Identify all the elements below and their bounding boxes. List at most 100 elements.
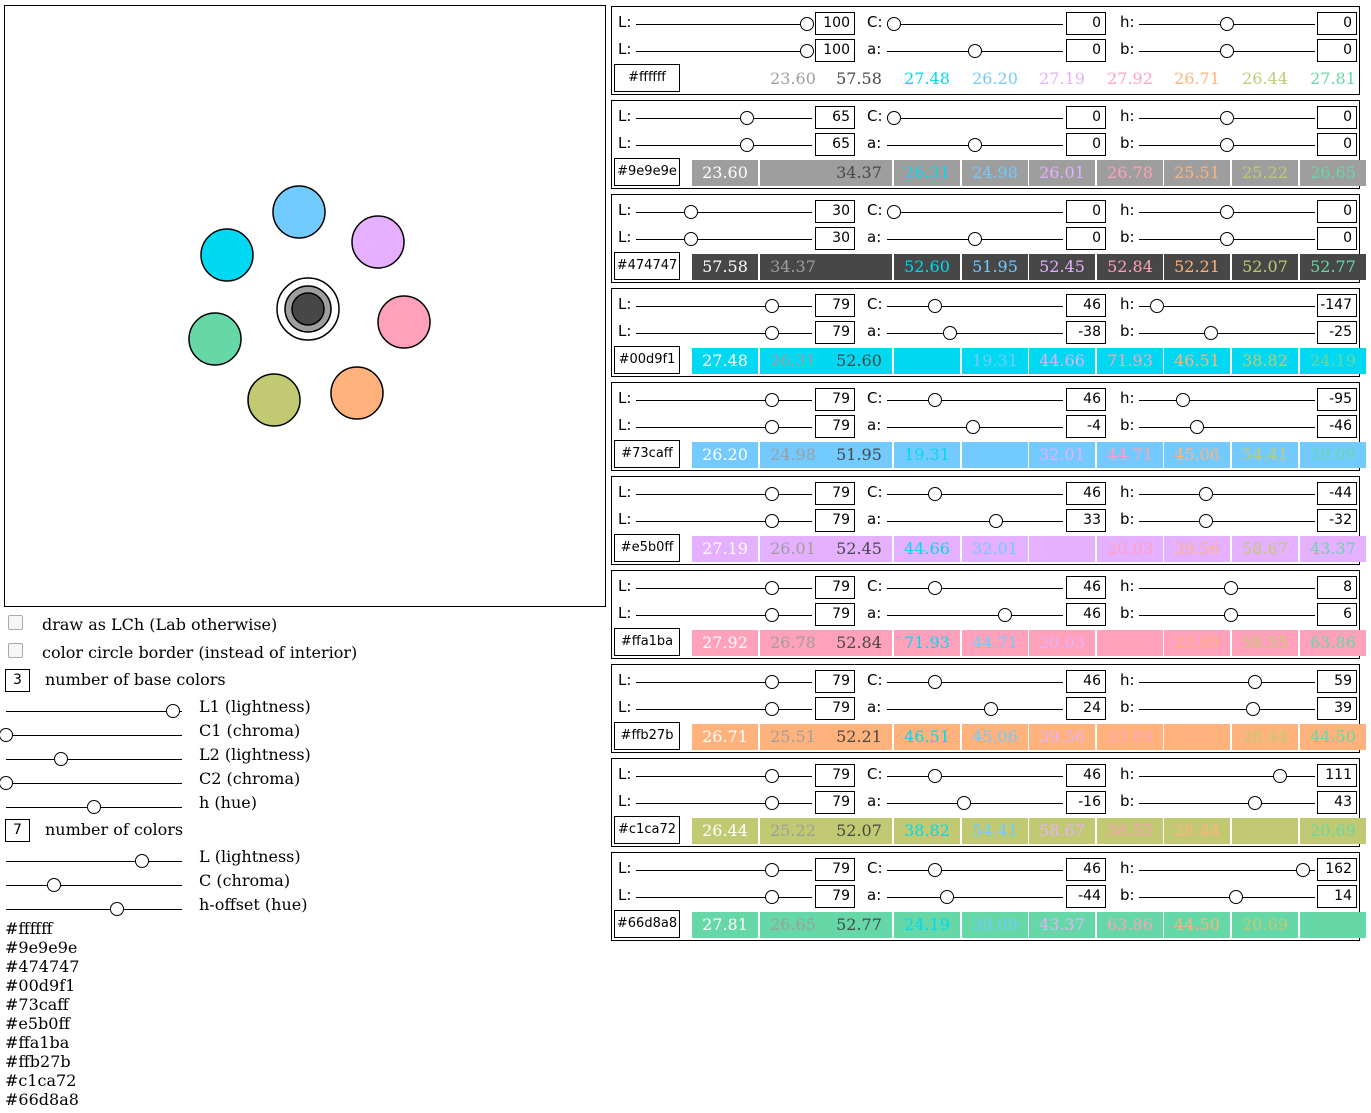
slider-knob[interactable] (1295, 863, 1310, 877)
hex-button[interactable]: #474747 (614, 252, 680, 280)
slider-a[interactable] (887, 137, 1063, 153)
slider-knob[interactable] (764, 675, 779, 689)
value-L-field[interactable]: 79 (815, 603, 855, 626)
slider-b[interactable] (1139, 325, 1315, 341)
slider-C[interactable] (887, 110, 1063, 126)
C2-slider[interactable] (0, 775, 182, 791)
slider-L[interactable] (636, 607, 812, 623)
slider-L[interactable] (636, 204, 812, 220)
value-a-field[interactable]: -38 (1066, 321, 1106, 344)
value-h-field[interactable]: 8 (1317, 576, 1357, 599)
slider-L[interactable] (636, 110, 812, 126)
slider-knob[interactable] (1220, 17, 1234, 31)
value-L-field[interactable]: 79 (815, 858, 855, 881)
slider-L[interactable] (636, 298, 812, 314)
value-a-field[interactable]: 46 (1066, 603, 1106, 626)
slider-knob[interactable] (683, 232, 698, 246)
hex-button[interactable]: #e5b0ff (614, 534, 680, 562)
slider-knob[interactable] (983, 702, 998, 716)
num-base-colors-input[interactable]: 3 (5, 669, 30, 692)
value-a-field[interactable]: 0 (1066, 133, 1106, 156)
value-C-field[interactable]: 46 (1066, 576, 1106, 599)
slider-knob[interactable] (764, 420, 779, 434)
value-C-field[interactable]: 0 (1066, 106, 1106, 129)
value-C-field[interactable]: 46 (1066, 482, 1106, 505)
value-a-field[interactable]: 0 (1066, 227, 1106, 250)
value-a-field[interactable]: -44 (1066, 885, 1106, 908)
slider-knob[interactable] (927, 769, 942, 783)
slider-knob[interactable] (927, 863, 942, 877)
slider-a[interactable] (887, 607, 1063, 623)
hex-button[interactable]: #9e9e9e (614, 158, 680, 186)
value-h-field[interactable]: -44 (1317, 482, 1357, 505)
slider-knob[interactable] (957, 796, 972, 810)
slider-knob[interactable] (966, 420, 981, 434)
value-b-field[interactable]: 14 (1317, 885, 1357, 908)
value-L-field[interactable]: 100 (815, 12, 855, 35)
slider-b[interactable] (1139, 231, 1315, 247)
slider-knob[interactable] (764, 326, 779, 340)
slider-L[interactable] (636, 392, 812, 408)
slider-C[interactable] (887, 486, 1063, 502)
slider-L[interactable] (636, 889, 812, 905)
slider-knob[interactable] (927, 675, 942, 689)
slider-knob[interactable] (764, 393, 779, 407)
value-C-field[interactable]: 0 (1066, 200, 1106, 223)
slider-knob[interactable] (1149, 299, 1164, 313)
L1-slider[interactable] (6, 703, 182, 719)
hex-button[interactable]: #ffa1ba (614, 628, 680, 656)
slider-knob[interactable] (997, 608, 1012, 622)
slider-h[interactable] (1139, 204, 1315, 220)
slider-L[interactable] (636, 486, 812, 502)
hex-button[interactable]: #66d8a8 (614, 910, 680, 938)
value-L-field[interactable]: 79 (815, 697, 855, 720)
slider-knob[interactable] (887, 205, 902, 219)
slider-knob[interactable] (1190, 420, 1205, 434)
slider-L[interactable] (636, 862, 812, 878)
slider-a[interactable] (887, 231, 1063, 247)
value-b-field[interactable]: 6 (1317, 603, 1357, 626)
slider-knob[interactable] (87, 800, 101, 814)
value-L-field[interactable]: 79 (815, 388, 855, 411)
value-h-field[interactable]: 0 (1317, 12, 1357, 35)
C1-slider[interactable] (0, 727, 182, 743)
value-b-field[interactable]: 39 (1317, 697, 1357, 720)
slider-knob[interactable] (46, 878, 61, 892)
value-h-field[interactable]: -147 (1317, 294, 1357, 317)
value-b-field[interactable]: -25 (1317, 321, 1357, 344)
slider-b[interactable] (1139, 513, 1315, 529)
value-L-field[interactable]: 79 (815, 885, 855, 908)
value-C-field[interactable]: 0 (1066, 12, 1106, 35)
slider-h[interactable] (1139, 392, 1315, 408)
slider-knob[interactable] (968, 138, 982, 152)
value-C-field[interactable]: 46 (1066, 388, 1106, 411)
L-slider[interactable] (6, 853, 182, 869)
value-L-field[interactable]: 79 (815, 321, 855, 344)
slider-knob[interactable] (1223, 608, 1238, 622)
value-L-field[interactable]: 65 (815, 133, 855, 156)
slider-h[interactable] (1139, 110, 1315, 126)
value-L-field[interactable]: 79 (815, 670, 855, 693)
value-b-field[interactable]: 0 (1317, 39, 1357, 62)
slider-knob[interactable] (1198, 487, 1213, 501)
slider-L[interactable] (636, 325, 812, 341)
draw-as-lch-checkbox[interactable] (8, 615, 23, 630)
hex-button[interactable]: #c1ca72 (614, 816, 680, 844)
slider-L[interactable] (636, 580, 812, 596)
slider-L[interactable] (636, 795, 812, 811)
slider-L[interactable] (636, 231, 812, 247)
slider-a[interactable] (887, 325, 1063, 341)
slider-L[interactable] (636, 513, 812, 529)
value-L-field[interactable]: 79 (815, 764, 855, 787)
slider-knob[interactable] (1248, 796, 1263, 810)
value-C-field[interactable]: 46 (1066, 764, 1106, 787)
slider-h[interactable] (1139, 768, 1315, 784)
slider-knob[interactable] (764, 608, 779, 622)
slider-L[interactable] (636, 43, 814, 59)
slider-knob[interactable] (764, 863, 779, 877)
slider-knob[interactable] (1272, 769, 1287, 783)
slider-knob[interactable] (943, 326, 958, 340)
value-h-field[interactable]: -95 (1317, 388, 1357, 411)
color-canvas[interactable] (4, 5, 606, 607)
slider-knob[interactable] (939, 890, 954, 904)
